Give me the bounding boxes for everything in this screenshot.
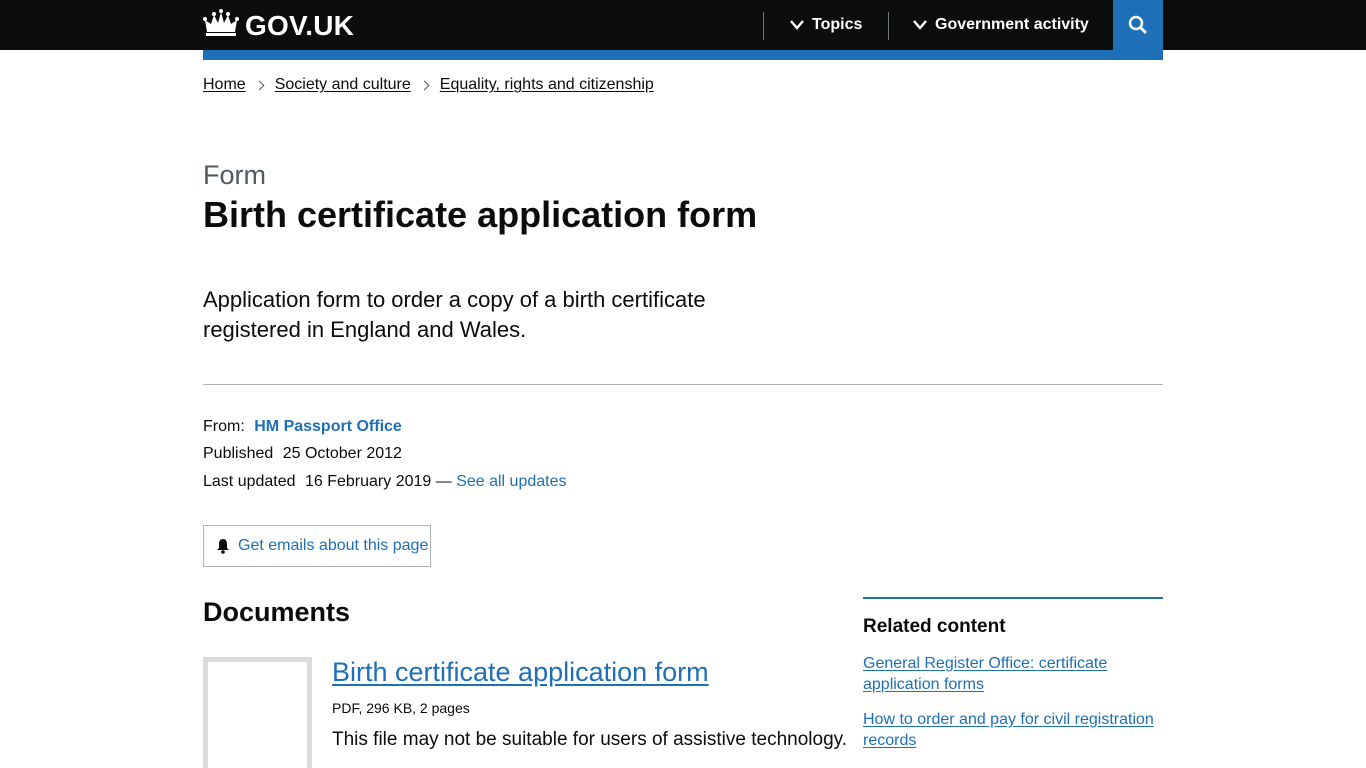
section-divider <box>203 384 1163 385</box>
related-link-gro-forms[interactable]: General Register Office: certificate app… <box>863 653 1163 695</box>
related-link-order-records[interactable]: How to order and pay for civil registrat… <box>863 709 1163 751</box>
nav-divider <box>888 12 889 40</box>
page-title: Birth certificate application form <box>203 194 758 235</box>
updated-label: Last updated <box>203 473 296 490</box>
breadcrumb-society-and-culture[interactable]: Society and culture <box>275 75 411 95</box>
document-metadata: PDF, 296 KB, 2 pages <box>332 700 470 716</box>
related-content-rule <box>863 597 1163 599</box>
related-content-heading: Related content <box>863 616 1006 637</box>
document-link[interactable]: Birth certificate application form <box>332 656 709 688</box>
document-thumbnail[interactable] <box>203 657 312 768</box>
govuk-logo-link[interactable]: GOV.UK <box>203 8 354 43</box>
metadata-published: Published 25 October 2012 <box>203 444 402 464</box>
see-all-updates-link[interactable]: See all updates <box>456 473 566 490</box>
chevron-right-icon <box>419 80 430 90</box>
updated-date: 16 February 2019 — <box>304 473 452 490</box>
email-signup-button[interactable]: Get emails about this page <box>203 525 431 567</box>
search-button[interactable] <box>1113 0 1163 50</box>
logo-text: GOV.UK <box>245 9 355 41</box>
topics-menu-button[interactable]: Topics <box>790 0 862 50</box>
topics-label: Topics <box>812 16 863 33</box>
documents-heading: Documents <box>203 597 351 627</box>
accessibility-note: This file may not be suitable for users … <box>332 729 848 750</box>
organisation-link[interactable]: HM Passport Office <box>254 418 402 435</box>
breadcrumb-equality-rights[interactable]: Equality, rights and citizenship <box>440 75 654 95</box>
search-icon <box>1128 15 1147 34</box>
published-label: Published <box>203 445 274 462</box>
chevron-down-icon <box>790 20 804 30</box>
from-label: From: <box>203 418 245 435</box>
published-date: 25 October 2012 <box>282 445 402 462</box>
metadata-updated: Last updated 16 February 2019 — See all … <box>203 472 567 492</box>
page-lead: Application form to order a copy of a bi… <box>203 287 706 342</box>
breadcrumb-home[interactable]: Home <box>203 75 246 95</box>
breadcrumb: Home Society and culture Equality, right… <box>203 75 654 95</box>
site-header: GOV.UK Topics Government activity <box>0 0 1366 50</box>
bell-icon <box>217 539 229 554</box>
metadata-from: From: HM Passport Office <box>203 417 402 437</box>
nav-divider <box>763 12 764 40</box>
crown-icon <box>203 8 239 43</box>
government-activity-label: Government activity <box>935 16 1089 33</box>
chevron-down-icon <box>913 20 927 30</box>
header-accent-bar <box>203 50 1163 60</box>
email-signup-label: Get emails about this page <box>238 537 429 554</box>
chevron-right-icon <box>254 80 265 90</box>
government-activity-menu-button[interactable]: Government activity <box>913 0 1089 50</box>
page-caption: Form <box>203 160 266 190</box>
